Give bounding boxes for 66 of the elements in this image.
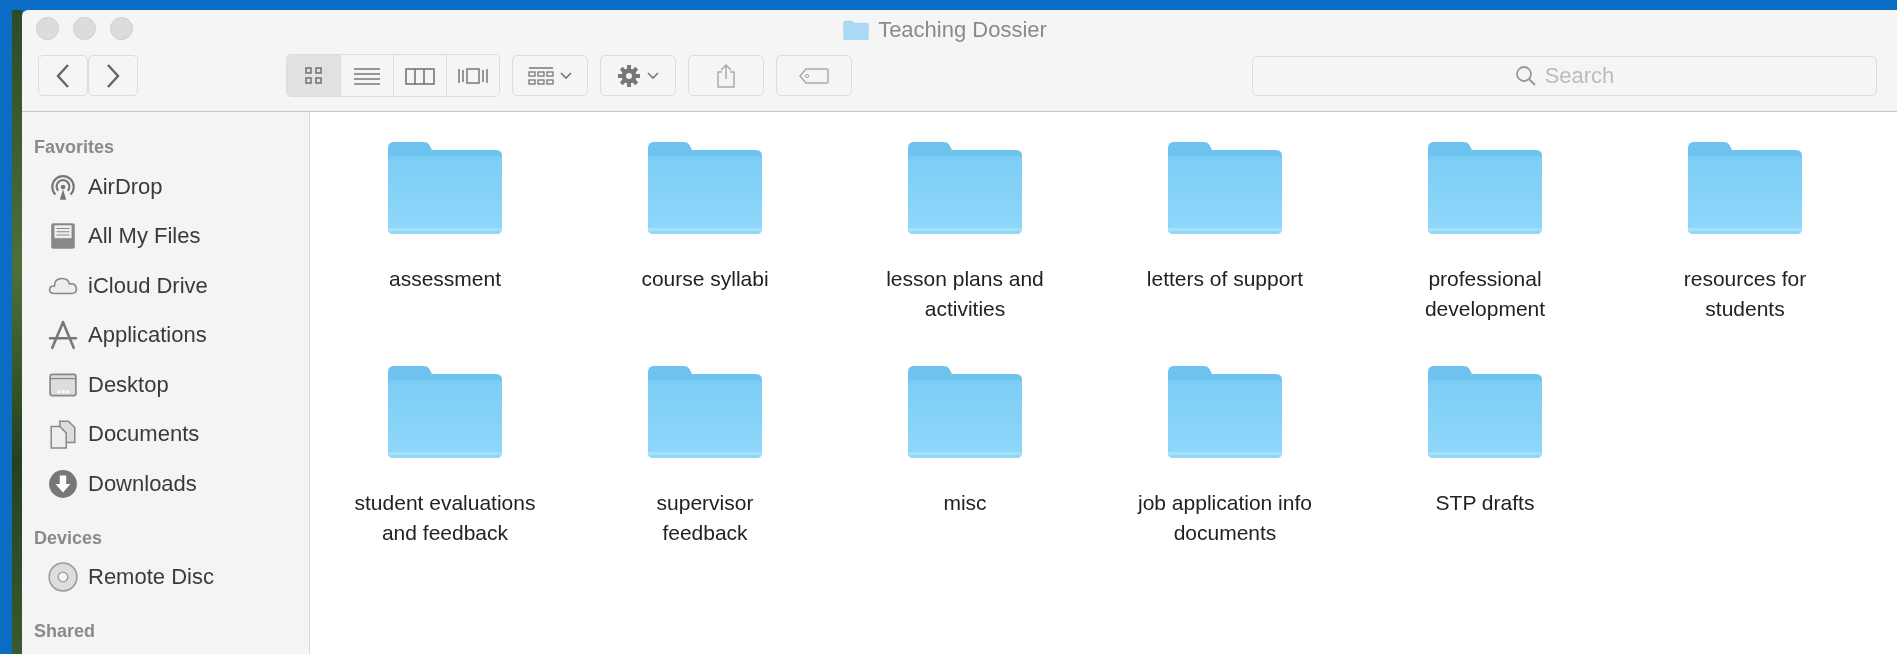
view-mode-control[interactable] bbox=[286, 54, 500, 97]
close-button[interactable] bbox=[36, 17, 59, 40]
settings-icon bbox=[617, 63, 641, 88]
folder-icon[interactable] bbox=[1166, 140, 1284, 236]
sidebar-section-title: Shared bbox=[34, 620, 97, 643]
caret-icon bbox=[647, 71, 659, 80]
folder-icon[interactable] bbox=[646, 140, 764, 236]
sidebar-item[interactable]: AirDrop bbox=[34, 162, 309, 212]
folder-name: supervisor feedback bbox=[655, 490, 755, 546]
sidebar-item[interactable]: All My Files bbox=[34, 211, 309, 261]
icons-view-button[interactable] bbox=[287, 55, 340, 96]
tag-icon bbox=[798, 66, 830, 85]
folder-name: misc bbox=[942, 490, 988, 516]
coverflow-view-button[interactable] bbox=[446, 55, 499, 96]
share-button[interactable] bbox=[688, 55, 764, 96]
folder-name: course syllabi bbox=[640, 266, 770, 292]
sidebar-item[interactable]: Applications bbox=[34, 310, 309, 360]
folder-name: resources for students bbox=[1682, 266, 1808, 322]
sidebar-section-title: Devices bbox=[34, 526, 104, 550]
download-icon bbox=[48, 468, 78, 499]
folder-icon[interactable] bbox=[386, 140, 504, 236]
documents-icon bbox=[48, 419, 78, 450]
folder-icon[interactable] bbox=[1686, 140, 1804, 236]
folder-name: student evaluations and feedback bbox=[353, 490, 537, 546]
share-icon bbox=[716, 62, 736, 89]
sidebar-item[interactable]: Desktop bbox=[34, 360, 309, 410]
minimize-button[interactable] bbox=[73, 17, 96, 40]
sidebar-item[interactable]: iCloud Drive bbox=[34, 261, 309, 311]
folder-name: letters of support bbox=[1145, 266, 1305, 292]
folder-icon[interactable] bbox=[1426, 364, 1544, 460]
folder-name: STP drafts bbox=[1434, 490, 1536, 516]
zoom-button[interactable] bbox=[110, 17, 133, 40]
forward-button[interactable] bbox=[88, 55, 138, 96]
cover-flow-icon bbox=[457, 65, 489, 86]
folder-name: job application info documents bbox=[1136, 490, 1313, 546]
folder-name: professional development bbox=[1423, 266, 1547, 322]
folder-icon[interactable] bbox=[1426, 140, 1544, 236]
disc-icon bbox=[48, 562, 78, 593]
folder-icon[interactable] bbox=[386, 364, 504, 460]
grid-icon bbox=[528, 65, 554, 86]
back-button[interactable] bbox=[38, 55, 88, 96]
arrange-button[interactable] bbox=[512, 55, 588, 96]
grid-icon bbox=[303, 65, 324, 86]
chevron-left-icon bbox=[55, 62, 71, 89]
list-icon bbox=[353, 65, 381, 86]
tag-button[interactable] bbox=[776, 55, 852, 96]
folder-icon[interactable] bbox=[1166, 364, 1284, 460]
folder-icon bbox=[842, 19, 871, 41]
columns-icon bbox=[405, 65, 435, 86]
folder-icon[interactable] bbox=[906, 364, 1024, 460]
folder-icon[interactable] bbox=[646, 364, 764, 460]
action-button[interactable] bbox=[600, 55, 676, 96]
sidebar-section-title: Favorites bbox=[34, 136, 116, 159]
caret-icon bbox=[560, 71, 572, 80]
search-icon bbox=[1514, 64, 1537, 87]
sidebar-item[interactable]: Downloads bbox=[34, 459, 309, 509]
folder-icon[interactable] bbox=[906, 140, 1024, 236]
chevron-right-icon bbox=[105, 62, 121, 89]
sidebar-item[interactable]: Documents bbox=[34, 409, 309, 459]
sidebar-item[interactable]: Remote Disc bbox=[34, 552, 309, 602]
applications-icon bbox=[48, 320, 78, 351]
folder-name: lesson plans and activities bbox=[885, 266, 1045, 322]
window-title: Teaching Dossier bbox=[878, 17, 1047, 43]
search-field[interactable]: Search bbox=[1252, 55, 1877, 96]
folder-name: assessment bbox=[387, 266, 502, 292]
file-tray-icon bbox=[48, 221, 78, 252]
